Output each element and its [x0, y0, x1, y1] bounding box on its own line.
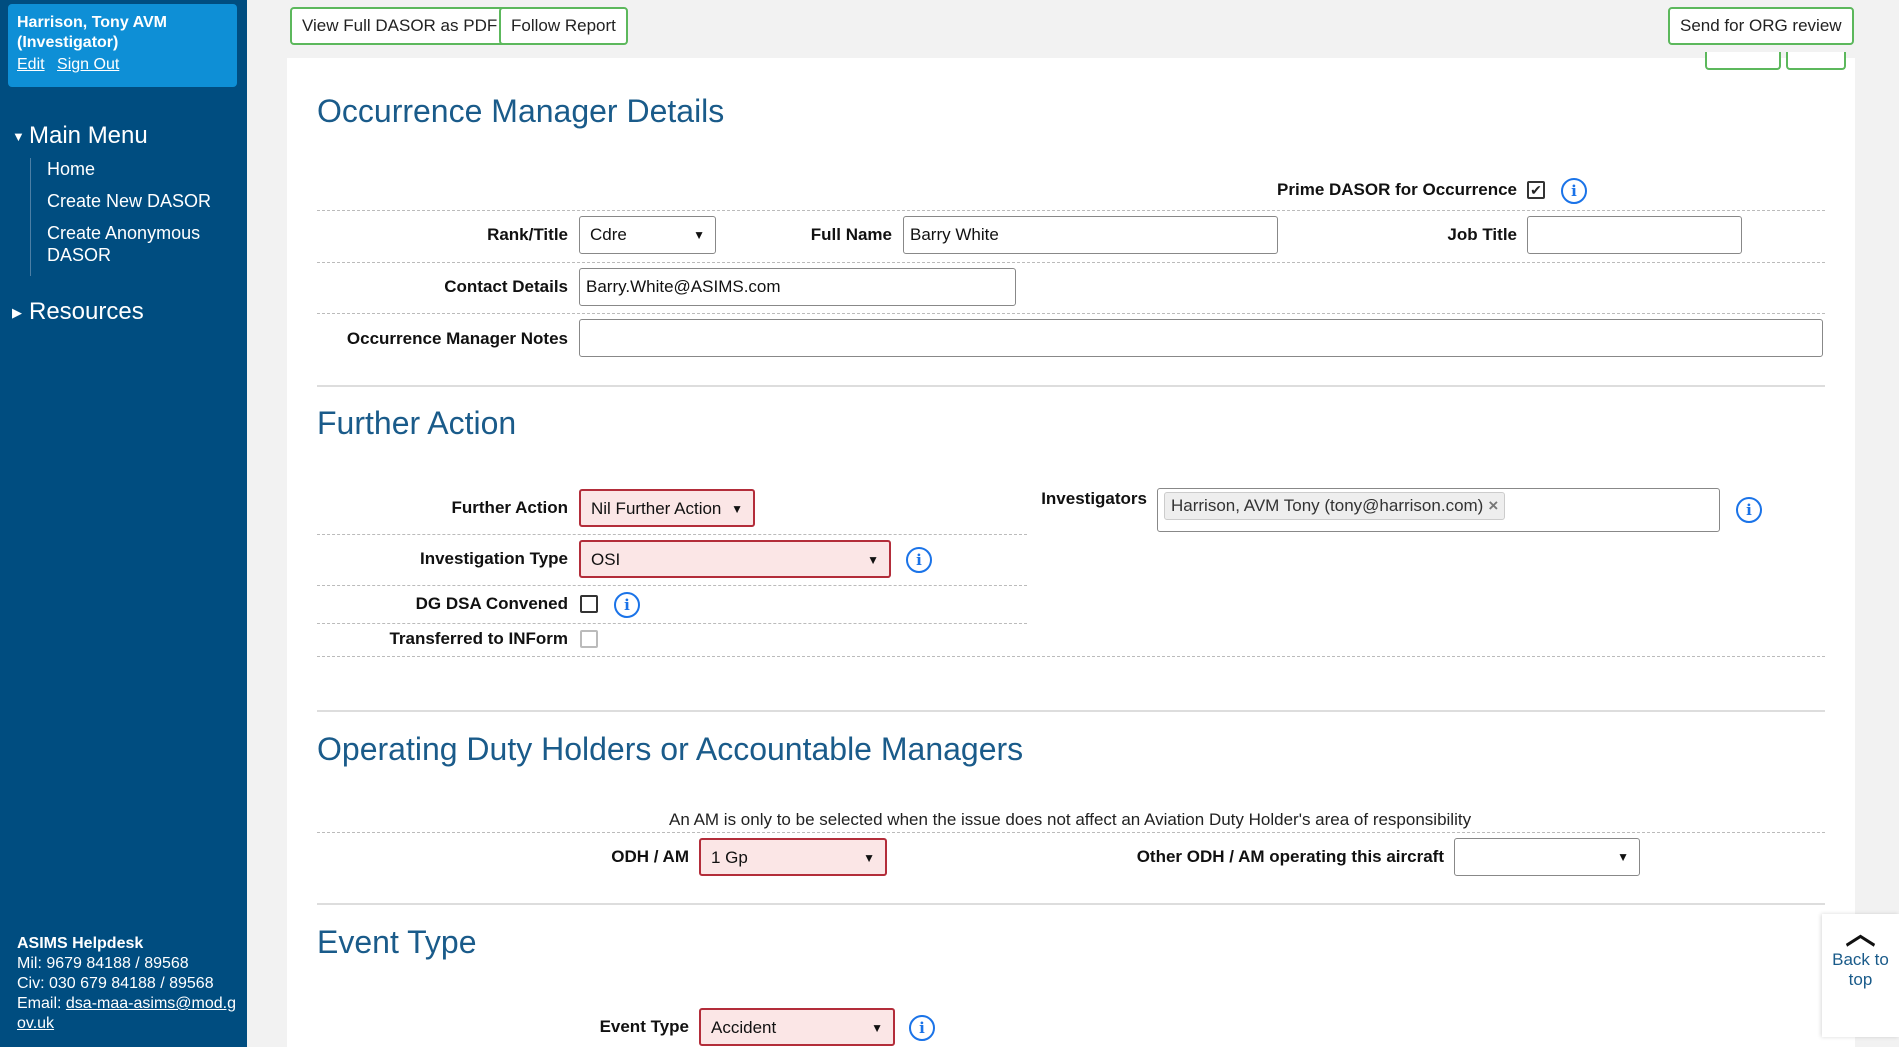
full-name-label: Full Name — [810, 225, 892, 244]
job-title-label: Job Title — [1447, 225, 1517, 244]
user-box: Harrison, Tony AVM (Investigator) Edit S… — [8, 4, 237, 87]
investigation-type-select[interactable]: OSI ▼ — [579, 540, 891, 578]
dg-dsa-convened-checkbox[interactable] — [580, 595, 598, 613]
section-divider — [317, 903, 1825, 905]
helpdesk-civ: Civ: 030 679 84188 / 89568 — [17, 975, 214, 992]
odh-note: An AM is only to be selected when the is… — [669, 810, 1472, 829]
chevron-down-icon: ▼ — [731, 502, 743, 516]
send-org-review-button[interactable]: Send for ORG review — [1668, 7, 1854, 45]
chevron-down-icon: ▼ — [867, 553, 879, 567]
chevron-down-icon: ▼ — [863, 851, 875, 865]
resources-toggle[interactable]: ▶ Resources — [12, 298, 144, 326]
section-divider — [317, 710, 1825, 712]
prime-dasor-checkbox[interactable]: ✔ — [1527, 181, 1545, 199]
row-divider — [317, 623, 1027, 624]
caret-up-icon: ︿ — [1845, 918, 1876, 951]
event-type-heading: Event Type — [317, 924, 477, 960]
investigation-type-value: OSI — [591, 550, 621, 569]
back-to-top-label: Back to top — [1832, 950, 1889, 989]
transferred-inform-label: Transferred to INForm — [389, 629, 568, 648]
section-divider — [317, 385, 1825, 387]
hidden-button-edge — [1705, 52, 1781, 70]
investigator-tag: Harrison, AVM Tony (tony@harrison.com) × — [1164, 492, 1506, 520]
hidden-button-edge — [1786, 52, 1846, 70]
row-divider — [317, 832, 1825, 833]
row-divider — [317, 313, 1825, 314]
main-menu-toggle[interactable]: ▼ Main Menu — [12, 122, 148, 150]
back-to-top-button[interactable]: ︿ Back to top — [1822, 914, 1899, 1037]
row-divider — [317, 262, 1825, 263]
full-name-input[interactable]: Barry White — [903, 216, 1278, 254]
resources-label: Resources — [29, 298, 144, 325]
info-icon[interactable]: i — [906, 547, 932, 573]
event-type-value: Accident — [711, 1018, 777, 1037]
further-action-select[interactable]: Nil Further Action ▼ — [579, 489, 755, 527]
rank-title-value: Cdre — [590, 225, 627, 244]
prime-dasor-label: Prime DASOR for Occurrence — [1277, 180, 1517, 199]
contact-details-input[interactable]: Barry.White@ASIMS.com — [579, 268, 1016, 306]
row-divider — [317, 656, 1825, 657]
menu-item-create-anonymous-dasor[interactable]: Create Anonymous DASOR — [47, 222, 227, 266]
rank-title-select[interactable]: Cdre ▼ — [579, 216, 716, 254]
transferred-inform-checkbox[interactable] — [580, 630, 598, 648]
helpdesk-mil: Mil: 9679 84188 / 89568 — [17, 955, 189, 972]
rank-title-label: Rank/Title — [487, 225, 568, 244]
row-divider — [317, 585, 1027, 586]
main-menu-list: Home Create New DASOR Create Anonymous D… — [30, 158, 227, 276]
event-type-label: Event Type — [599, 1017, 689, 1036]
menu-item-create-new-dasor[interactable]: Create New DASOR — [47, 190, 227, 212]
occurrence-manager-notes-input[interactable] — [579, 319, 1823, 357]
chevron-down-icon: ▼ — [1617, 850, 1629, 864]
sign-out-link[interactable]: Sign Out — [57, 56, 119, 73]
caret-down-icon: ▼ — [12, 129, 25, 145]
follow-report-button[interactable]: Follow Report — [499, 7, 628, 45]
odh-am-label: ODH / AM — [611, 847, 689, 866]
edit-link[interactable]: Edit — [17, 56, 45, 73]
helpdesk: ASIMS Helpdesk Mil: 9679 84188 / 89568 C… — [17, 934, 237, 1034]
info-icon[interactable]: i — [614, 592, 640, 618]
view-pdf-button[interactable]: View Full DASOR as PDF — [290, 7, 510, 45]
sidebar: Harrison, Tony AVM (Investigator) Edit S… — [0, 0, 247, 1047]
helpdesk-email-label: Email: — [17, 995, 62, 1012]
odh-am-value: 1 Gp — [711, 848, 748, 867]
odh-heading: Operating Duty Holders or Accountable Ma… — [317, 731, 1024, 767]
investigator-tag-label: Harrison, AVM Tony (tony@harrison.com) — [1171, 496, 1484, 515]
info-icon[interactable]: i — [1561, 178, 1587, 204]
dg-dsa-convened-label: DG DSA Convened — [415, 594, 568, 613]
chevron-down-icon: ▼ — [693, 228, 705, 242]
event-type-select[interactable]: Accident ▼ — [699, 1008, 895, 1046]
info-icon[interactable]: i — [909, 1015, 935, 1041]
chevron-down-icon: ▼ — [871, 1021, 883, 1035]
caret-right-icon: ▶ — [12, 304, 22, 320]
row-divider — [317, 534, 1027, 535]
further-action-heading: Further Action — [317, 405, 517, 441]
further-action-label: Further Action — [451, 498, 568, 517]
menu-item-home[interactable]: Home — [47, 158, 227, 180]
user-name: Harrison, Tony AVM (Investigator) — [17, 14, 167, 51]
occurrence-manager-heading: Occurrence Manager Details — [317, 93, 725, 129]
odh-am-select[interactable]: 1 Gp ▼ — [699, 838, 887, 876]
contact-details-label: Contact Details — [444, 277, 568, 296]
helpdesk-title: ASIMS Helpdesk — [17, 935, 144, 952]
job-title-input[interactable] — [1527, 216, 1742, 254]
info-icon[interactable]: i — [1736, 497, 1762, 523]
further-action-value: Nil Further Action — [591, 499, 722, 518]
other-odh-select[interactable]: ▼ — [1454, 838, 1640, 876]
other-odh-label: Other ODH / AM operating this aircraft — [1136, 847, 1444, 866]
occurrence-manager-notes-label: Occurrence Manager Notes — [346, 329, 568, 348]
remove-icon[interactable]: × — [1488, 496, 1498, 515]
investigators-label: Investigators — [1041, 489, 1147, 508]
row-divider — [317, 210, 1825, 211]
investigation-type-label: Investigation Type — [420, 549, 568, 568]
main-menu-label: Main Menu — [29, 122, 148, 149]
